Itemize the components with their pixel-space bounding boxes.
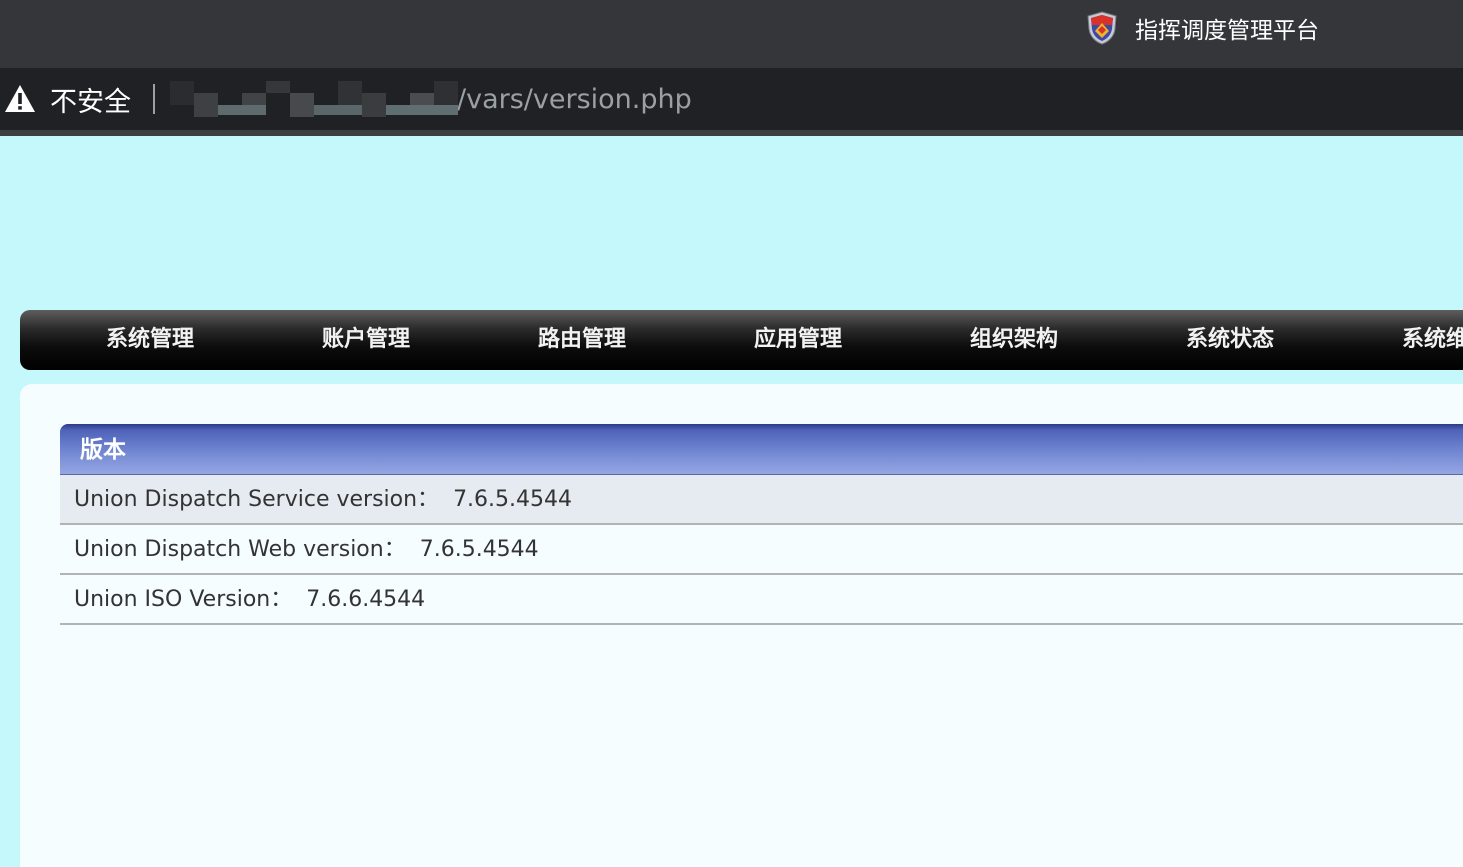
toolbar-divider <box>0 130 1463 136</box>
tab-title: 指挥调度管理平台 <box>1135 18 1319 44</box>
nav-item-application-management[interactable]: 应用管理 <box>754 310 842 370</box>
browser-tab-strip: 指挥调度管理平台 <box>0 0 1463 68</box>
nav-item-account-management[interactable]: 账户管理 <box>322 310 410 370</box>
version-table-header: 版本 <box>60 424 1463 475</box>
address-separator <box>153 84 155 114</box>
version-row: Union Dispatch Service version： 7.6.5.454… <box>60 475 1463 525</box>
version-table: 版本 Union Dispatch Service version： 7.6.5.… <box>60 424 1463 625</box>
browser-tab[interactable]: 指挥调度管理平台 <box>1086 10 1319 46</box>
redacted-host <box>170 75 458 123</box>
url-path[interactable]: /vars/version.php <box>457 84 692 115</box>
nav-item-organization[interactable]: 组织架构 <box>970 310 1058 370</box>
version-row-value: 7.6.5.4544 <box>419 537 539 562</box>
version-row-value: 7.6.6.4544 <box>306 587 426 612</box>
nav-item-route-management[interactable]: 路由管理 <box>538 310 626 370</box>
main-nav: 系统管理 账户管理 路由管理 应用管理 组织架构 系统状态 系统维 <box>20 310 1463 370</box>
version-row-value: 7.6.5.4544 <box>453 487 573 512</box>
content-panel: 版本 Union Dispatch Service version： 7.6.5.… <box>20 384 1463 867</box>
version-row: Union ISO Version： 7.6.6.4544 <box>60 575 1463 625</box>
nav-item-system-management[interactable]: 系统管理 <box>106 310 194 370</box>
address-bar[interactable]: 不安全 /vars/version.php <box>0 68 1463 130</box>
warning-triangle-icon[interactable] <box>3 82 37 116</box>
shield-logo-icon <box>1087 11 1117 45</box>
version-row-label: Union Dispatch Web version： <box>74 537 406 562</box>
nav-item-system-status[interactable]: 系统状态 <box>1186 310 1274 370</box>
nav-item-system-maintenance[interactable]: 系统维 <box>1402 310 1463 370</box>
version-table-title: 版本 <box>80 437 126 463</box>
version-row-label: Union Dispatch Service version： <box>74 487 440 512</box>
security-indicator[interactable]: 不安全 <box>50 80 131 119</box>
version-row: Union Dispatch Web version： 7.6.5.4544 <box>60 525 1463 575</box>
version-row-label: Union ISO Version： <box>74 587 293 612</box>
